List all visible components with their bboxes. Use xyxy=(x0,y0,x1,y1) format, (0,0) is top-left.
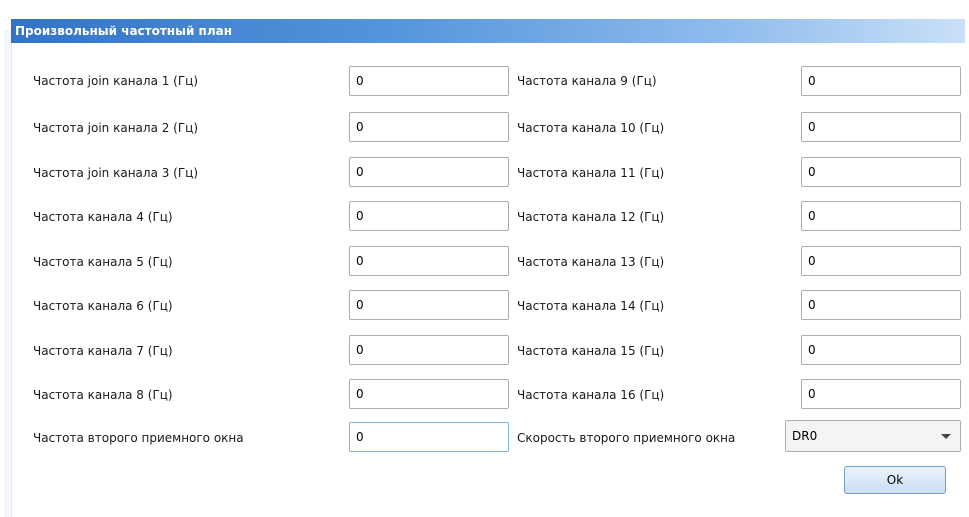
channel-11-input[interactable] xyxy=(801,157,961,187)
channel-4-input[interactable] xyxy=(349,201,509,231)
channel-15-input[interactable] xyxy=(801,335,961,365)
channel-11-label: Частота канала 11 (Гц) xyxy=(517,166,665,180)
channel-12-label: Частота канала 12 (Гц) xyxy=(517,210,665,224)
rx2-speed-label: Скорость второго приемного окна xyxy=(517,431,736,445)
channel-12-input[interactable] xyxy=(801,201,961,231)
ok-button[interactable]: Ok xyxy=(844,466,946,494)
channel-4-label: Частота канала 4 (Гц) xyxy=(33,210,173,224)
channel-2-input[interactable] xyxy=(349,112,509,142)
channel-9-label: Частота канала 9 (Гц) xyxy=(517,74,657,88)
dialog-title: Произвольный частотный план xyxy=(11,19,965,43)
channel-2-label: Частота join канала 2 (Гц) xyxy=(33,121,199,135)
channel-13-input[interactable] xyxy=(801,246,961,276)
channel-14-input[interactable] xyxy=(801,290,961,320)
channel-14-label: Частота канала 14 (Гц) xyxy=(517,299,665,313)
rx2-speed-value: DR0 xyxy=(792,429,818,443)
channel-7-input[interactable] xyxy=(349,335,509,365)
channel-15-label: Частота канала 15 (Гц) xyxy=(517,344,665,358)
channel-7-label: Частота канала 7 (Гц) xyxy=(33,344,173,358)
channel-8-label: Частота канала 8 (Гц) xyxy=(33,388,173,402)
channel-3-input[interactable] xyxy=(349,157,509,187)
channel-1-label: Частота join канала 1 (Гц) xyxy=(33,74,199,88)
window-edge xyxy=(4,30,12,517)
channel-1-input[interactable] xyxy=(349,66,509,96)
channel-13-label: Частота канала 13 (Гц) xyxy=(517,255,665,269)
channel-6-label: Частота канала 6 (Гц) xyxy=(33,299,173,313)
rx2-frequency-label: Частота второго приемного окна xyxy=(33,431,244,445)
channel-16-label: Частота канала 16 (Гц) xyxy=(517,388,665,402)
channel-5-input[interactable] xyxy=(349,246,509,276)
channel-6-input[interactable] xyxy=(349,290,509,320)
rx2-frequency-input[interactable] xyxy=(349,422,509,452)
rx2-speed-select[interactable]: DR0 xyxy=(785,420,961,452)
frequency-plan-dialog: Произвольный частотный план Частота join… xyxy=(0,0,969,517)
chevron-down-icon[interactable] xyxy=(941,434,951,439)
channel-8-input[interactable] xyxy=(349,379,509,409)
channel-10-label: Частота канала 10 (Гц) xyxy=(517,121,665,135)
channel-9-input[interactable] xyxy=(801,66,961,96)
channel-5-label: Частота канала 5 (Гц) xyxy=(33,255,173,269)
channel-10-input[interactable] xyxy=(801,112,961,142)
channel-16-input[interactable] xyxy=(801,379,961,409)
channel-3-label: Частота join канала 3 (Гц) xyxy=(33,166,199,180)
